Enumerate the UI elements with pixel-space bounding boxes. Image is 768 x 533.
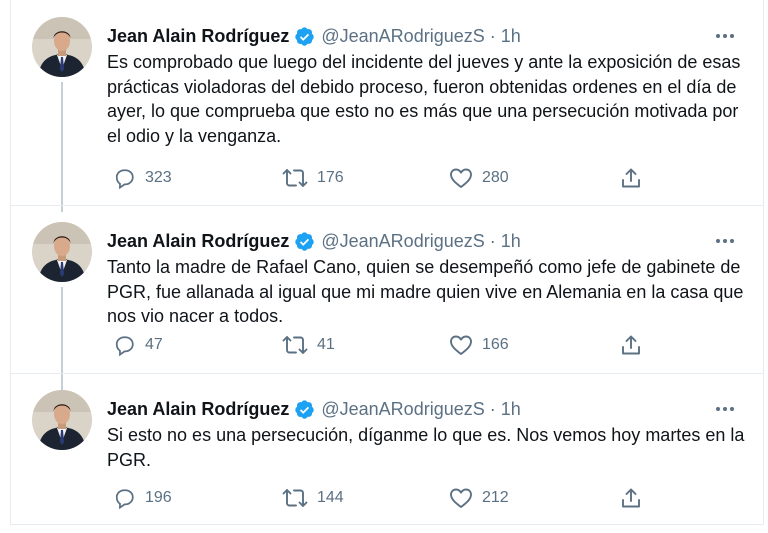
like-button[interactable]: 212 [449,485,509,511]
tweet-actions: 47 41 166 [107,332,667,358]
like-button[interactable]: 280 [449,165,509,191]
author-name[interactable]: Jean Alain Rodríguez [107,26,289,47]
author-name[interactable]: Jean Alain Rodríguez [107,399,289,420]
separator-dot: · [489,398,496,419]
more-options-icon[interactable] [711,229,739,253]
reply-count: 196 [145,489,172,506]
tweet-header: Jean Alain Rodríguez @JeanARodriguezS · … [107,229,521,253]
reply-button[interactable]: 323 [114,165,172,191]
heart-icon [450,168,472,188]
retweet-icon [282,336,308,354]
reply-icon [115,169,134,189]
avatar[interactable] [32,17,92,77]
like-count: 166 [482,336,509,353]
more-options-icon[interactable] [711,24,739,48]
like-count: 212 [482,489,509,506]
retweet-icon [282,489,308,507]
retweet-count: 144 [317,489,344,506]
verified-badge-icon [295,26,315,46]
separator-dot: · [489,230,496,251]
tweet-header: Jean Alain Rodríguez @JeanARodriguezS · … [107,397,521,421]
author-name[interactable]: Jean Alain Rodríguez [107,231,289,252]
author-handle[interactable]: @JeanARodriguezS [321,231,484,252]
author-handle[interactable]: @JeanARodriguezS [321,399,484,420]
timestamp[interactable]: 1h [501,26,521,47]
avatar[interactable] [32,222,92,282]
verified-badge-icon [295,399,315,419]
tweet-header: Jean Alain Rodríguez @JeanARodriguezS · … [107,24,521,48]
retweet-button[interactable]: 176 [282,165,344,191]
tweet-text: Es comprobado que luego del incidente de… [107,52,741,146]
heart-icon [450,488,472,508]
tweet[interactable]: Jean Alain Rodríguez @JeanARodriguezS · … [11,205,763,391]
author-handle[interactable]: @JeanARodriguezS [321,26,484,47]
reply-count: 323 [145,169,172,186]
thread-connector-line [61,82,63,212]
share-button[interactable] [620,165,642,191]
reply-icon [115,489,134,509]
share-button[interactable] [620,485,642,511]
tweet-text: Si esto no es una persecución, díganme l… [107,425,745,470]
retweet-button[interactable]: 144 [282,485,344,511]
reply-button[interactable]: 196 [114,485,172,511]
tweet-actions: 196 144 212 [107,485,667,511]
share-button[interactable] [620,332,642,358]
tweet[interactable]: Jean Alain Rodríguez @JeanARodriguezS · … [11,373,763,525]
timestamp[interactable]: 1h [501,399,521,420]
tweet-text: Tanto la madre de Rafael Cano, quien se … [107,257,744,326]
heart-icon [450,335,472,355]
more-options-icon[interactable] [711,397,739,421]
share-icon [622,335,640,355]
share-icon [622,168,640,188]
like-button[interactable]: 166 [449,332,509,358]
reply-count: 47 [145,336,163,353]
timestamp[interactable]: 1h [501,231,521,252]
like-count: 280 [482,169,509,186]
reply-icon [115,336,134,356]
profile-photo [32,17,92,77]
retweet-count: 176 [317,169,344,186]
profile-photo [32,222,92,282]
profile-photo [32,390,92,450]
separator-dot: · [489,25,496,46]
tweet-actions: 323 176 280 [107,165,667,191]
share-icon [622,488,640,508]
retweet-button[interactable]: 41 [282,332,335,358]
tweet-thread: Jean Alain Rodríguez @JeanARodriguezS · … [10,0,764,525]
retweet-icon [282,169,308,187]
verified-badge-icon [295,231,315,251]
avatar[interactable] [32,390,92,450]
tweet[interactable]: Jean Alain Rodríguez @JeanARodriguezS · … [11,0,763,212]
retweet-count: 41 [317,336,335,353]
reply-button[interactable]: 47 [114,332,163,358]
